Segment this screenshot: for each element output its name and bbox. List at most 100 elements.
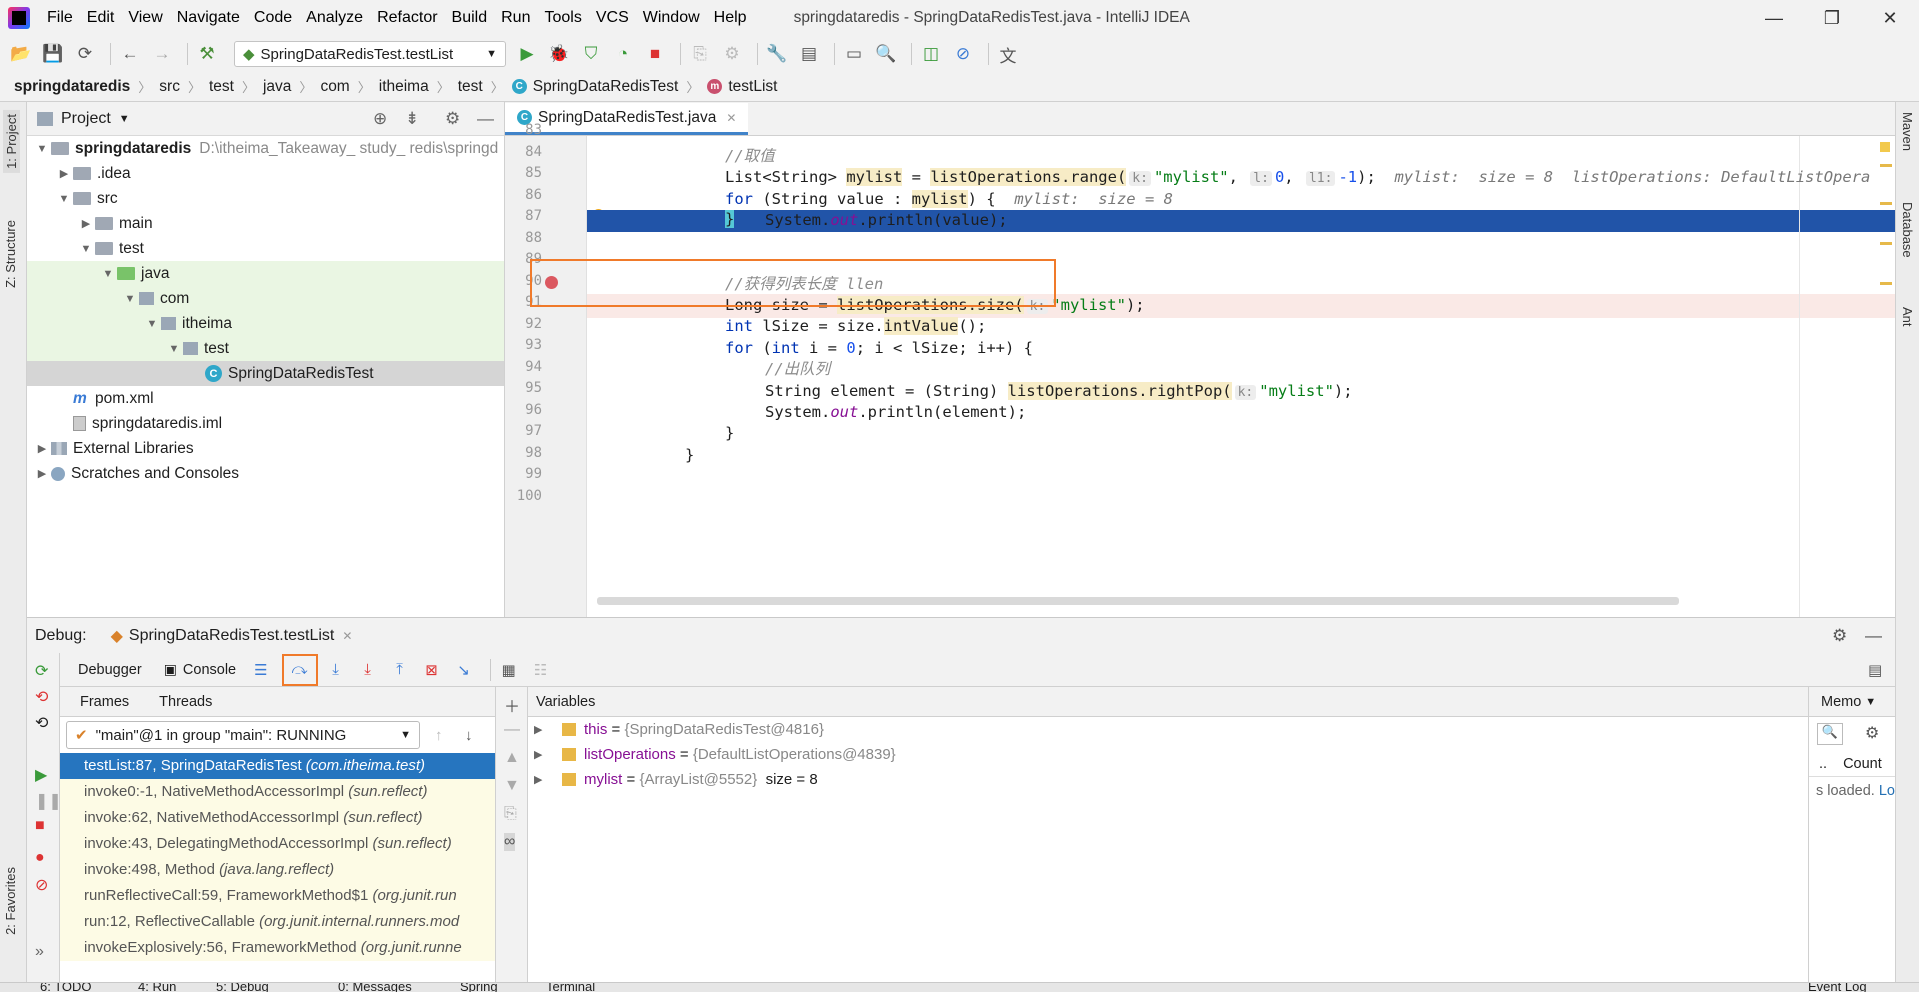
line-number[interactable]: 99 — [502, 466, 542, 482]
chevron-down-icon[interactable]: ▼ — [55, 193, 73, 205]
frame-row[interactable]: invoke0:-1, NativeMethodAccessorImpl (su… — [60, 779, 495, 805]
add-watch-icon[interactable]: ＋ — [504, 693, 520, 717]
layout-icon[interactable]: ▤ — [1868, 661, 1882, 679]
tree-item[interactable]: ▶ .idea — [27, 161, 504, 186]
tree-item[interactable]: ▼ springdataredis D:\itheima_Takeaway_ stu… — [27, 136, 504, 161]
tab-event-log[interactable]: Event Log — [1808, 983, 1867, 992]
debug-icon[interactable]: 🐞 — [546, 41, 572, 67]
line-number[interactable]: 96 — [502, 402, 542, 418]
line-number[interactable]: 86 — [502, 187, 542, 203]
tree-item[interactable]: ▼ test — [27, 336, 504, 361]
menu-window[interactable]: Window — [636, 0, 707, 36]
run-config-select[interactable]: ◆ SpringDataRedisTest.testList ▼ — [234, 41, 506, 67]
tab-favorites[interactable]: 2: Favorites — [3, 867, 18, 935]
rerun-icon[interactable]: ⟳ — [35, 661, 48, 681]
tab-messages[interactable]: 0: Messages — [338, 983, 412, 992]
tree-item[interactable]: ▶ main — [27, 211, 504, 236]
gear-icon[interactable]: ⚙ — [1832, 626, 1847, 646]
tab-terminal[interactable]: Terminal — [546, 983, 595, 992]
line-number[interactable]: 98 — [502, 445, 542, 461]
tree-item[interactable]: ▼ test — [27, 236, 504, 261]
search-icon[interactable]: 🔍 — [1817, 723, 1843, 745]
line-number[interactable]: 100 — [502, 488, 542, 504]
close-session-icon[interactable]: ✕ — [342, 629, 352, 643]
chevron-down-icon[interactable]: ▼ — [165, 343, 183, 355]
tree-item[interactable]: ▶ Scratches and Consoles — [27, 461, 504, 486]
line-number[interactable]: 93 — [502, 337, 542, 353]
stop-icon[interactable]: ■ — [642, 41, 668, 67]
tab-memory[interactable]: Memo — [1821, 694, 1861, 710]
threads-menu-icon[interactable]: ☰ — [254, 661, 267, 679]
frame-row[interactable]: testList:87, SpringDataRedisTest (com.it… — [60, 753, 495, 779]
move-up-icon[interactable]: ▲ — [504, 749, 520, 767]
line-number[interactable]: 87 — [502, 208, 542, 224]
arrow-down-icon[interactable]: ↓ — [465, 727, 473, 744]
menu-vcs[interactable]: VCS — [589, 0, 636, 36]
tab-frames[interactable]: Frames — [80, 694, 129, 710]
mute-breakpoints-icon[interactable]: ⊘ — [35, 875, 48, 895]
tab-project[interactable]: 1: Project — [3, 110, 20, 173]
attach-icon[interactable]: ⎘ — [687, 41, 713, 67]
tree-item[interactable]: ▶ External Libraries — [27, 436, 504, 461]
line-number[interactable]: 94 — [502, 359, 542, 375]
copy-icon[interactable]: ⎘ — [504, 805, 517, 823]
rerun-failed-icon[interactable]: ⟲ — [35, 687, 48, 707]
force-step-into-icon[interactable]: ⤓ — [356, 658, 380, 682]
variable-row[interactable]: ▶ mylist = {ArrayList@5552} size = 8 — [528, 767, 1808, 792]
project-structure-icon[interactable]: ▤ — [796, 41, 822, 67]
chevron-down-icon[interactable]: ▼ — [77, 243, 95, 255]
translate-icon[interactable]: 文 — [995, 41, 1021, 67]
breadcrumb-test-pkg[interactable]: test — [458, 78, 483, 96]
line-number[interactable]: 83 — [502, 122, 542, 138]
evaluate-icon[interactable]: ▦ — [497, 658, 521, 682]
deploy-icon[interactable]: ⚙ — [719, 41, 745, 67]
resume-icon[interactable]: ▶ — [35, 765, 47, 785]
breadcrumb-method[interactable]: testList — [728, 78, 777, 96]
menu-navigate[interactable]: Navigate — [170, 0, 247, 36]
thread-select[interactable]: ✔ "main"@1 in group "main": RUNNING ▼ — [66, 721, 420, 749]
variable-row[interactable]: ▶ listOperations = {DefaultListOperations… — [528, 742, 1808, 767]
build-hammer-icon[interactable]: ⚒ — [194, 41, 220, 67]
view-breakpoints-icon[interactable]: ● — [35, 849, 45, 867]
profile-icon[interactable]: ◔ — [610, 41, 636, 67]
tree-item[interactable]: ▼ src — [27, 186, 504, 211]
tab-ant[interactable]: Ant — [1900, 307, 1915, 327]
breadcrumb-itheima[interactable]: itheima — [379, 78, 429, 96]
tab-debugger[interactable]: Debugger — [78, 662, 142, 678]
chevron-right-icon[interactable]: ▶ — [77, 217, 95, 230]
chevron-right-icon[interactable]: ▶ — [534, 723, 544, 736]
tab-structure[interactable]: Z: Structure — [3, 220, 18, 288]
memory-load-link[interactable]: Lo — [1879, 783, 1895, 799]
tree-item[interactable]: ▼ java — [27, 261, 504, 286]
locate-icon[interactable]: ⊕ — [373, 109, 387, 129]
menu-build[interactable]: Build — [445, 0, 495, 36]
line-number[interactable]: 92 — [502, 316, 542, 332]
close-tab-icon[interactable]: ✕ — [726, 111, 736, 125]
move-down-icon[interactable]: ▼ — [504, 777, 520, 795]
hide-icon[interactable]: — — [477, 109, 494, 129]
chevron-down-icon[interactable]: ▼ — [1865, 696, 1876, 708]
disable-icon[interactable]: ⊘ — [950, 41, 976, 67]
chevron-right-icon[interactable]: ▶ — [33, 442, 51, 455]
breadcrumb-src[interactable]: src — [159, 78, 180, 96]
wrench-icon[interactable]: 🔧 — [764, 41, 790, 67]
frame-row[interactable]: invoke:43, DelegatingMethodAccessorImpl … — [60, 831, 495, 857]
sync-icon[interactable]: ⟳ — [72, 41, 98, 67]
tab-debug[interactable]: 5: Debug — [216, 983, 269, 992]
chevron-down-icon[interactable]: ▼ — [33, 143, 51, 155]
code-area[interactable]: //取值 List<String> mylist = listOperation… — [587, 136, 1895, 617]
trace-icon[interactable]: ☷ — [529, 658, 553, 682]
tab-run[interactable]: 4: Run — [138, 983, 176, 992]
debug-session-tab[interactable]: SpringDataRedisTest.testList — [129, 627, 334, 645]
chevron-down-icon[interactable]: ▼ — [143, 318, 161, 330]
coverage-icon[interactable]: ⛉ — [578, 41, 604, 67]
hide-icon[interactable]: — — [1865, 626, 1882, 646]
line-number[interactable]: 97 — [502, 423, 542, 439]
project-title[interactable]: Project — [61, 110, 111, 128]
activity-monitor-icon[interactable]: ◫ — [918, 41, 944, 67]
save-all-icon[interactable]: 💾 — [40, 41, 66, 67]
maximize-button[interactable]: ❐ — [1803, 0, 1861, 36]
tree-item[interactable]: C SpringDataRedisTest — [27, 361, 504, 386]
chevron-right-icon[interactable]: ▶ — [55, 167, 73, 180]
open-folder-icon[interactable]: 📂 — [8, 41, 34, 67]
